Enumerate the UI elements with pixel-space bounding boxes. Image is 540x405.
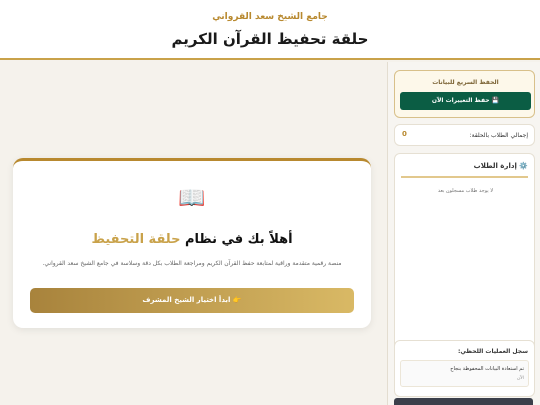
total-students-label: إجمالي الطلاب بالحلقة: (469, 132, 528, 139)
welcome-subtitle: منصة رقمية متقدمة وراقية لمتابعة حفظ الق… (42, 260, 342, 267)
page-header: جامع الشيخ سعد القرواني حلقة تحفيظ القرآ… (0, 0, 540, 60)
welcome-title: أهلاً بك في نظام حلقة التحفيظ (13, 232, 371, 247)
mosque-name: جامع الشيخ سعد القرواني (212, 12, 328, 22)
welcome-title-prefix: أهلاً بك في نظام (185, 232, 293, 247)
activity-log-panel: سجل العمليات اللحظي: تم استعادة البيانات… (394, 340, 535, 397)
total-students-panel: إجمالي الطلاب بالحلقة: 0 (394, 124, 535, 146)
page-title: حلقة تحفيظ القرآن الكريم (171, 30, 369, 48)
quick-save-title: الحفظ السريع للبيانات (432, 79, 499, 86)
save-changes-button[interactable]: 💾 حفظ التغييرات الآن (400, 92, 531, 110)
book-icon: 📖 (178, 186, 206, 211)
quick-save-panel: الحفظ السريع للبيانات 💾 حفظ التغييرات ال… (394, 70, 535, 118)
start-select-sheikh-button[interactable]: 👉 ابدأ اختيار الشيخ المشرف (30, 288, 354, 313)
sidebar: الحفظ السريع للبيانات 💾 حفظ التغييرات ال… (387, 62, 540, 405)
empty-students-message: لا يوجد طلاب مسجلون بعد (437, 188, 494, 194)
welcome-title-highlight: حلقة التحفيظ (91, 232, 181, 247)
log-entry-text: تم استعادة البيانات المحفوظة بنجاح (450, 366, 524, 372)
total-students-count: 0 (402, 130, 407, 138)
student-management-heading: ⚙️ إدارة الطلاب (473, 162, 528, 170)
log-entry-time: الآن (516, 376, 524, 381)
bottom-bar (394, 398, 533, 405)
heading-divider (401, 176, 528, 178)
activity-log-heading: سجل العمليات اللحظي: (457, 348, 528, 355)
welcome-card: 📖 أهلاً بك في نظام حلقة التحفيظ منصة رقم… (13, 158, 371, 328)
log-entry: تم استعادة البيانات المحفوظة بنجاح الآن (400, 360, 529, 387)
